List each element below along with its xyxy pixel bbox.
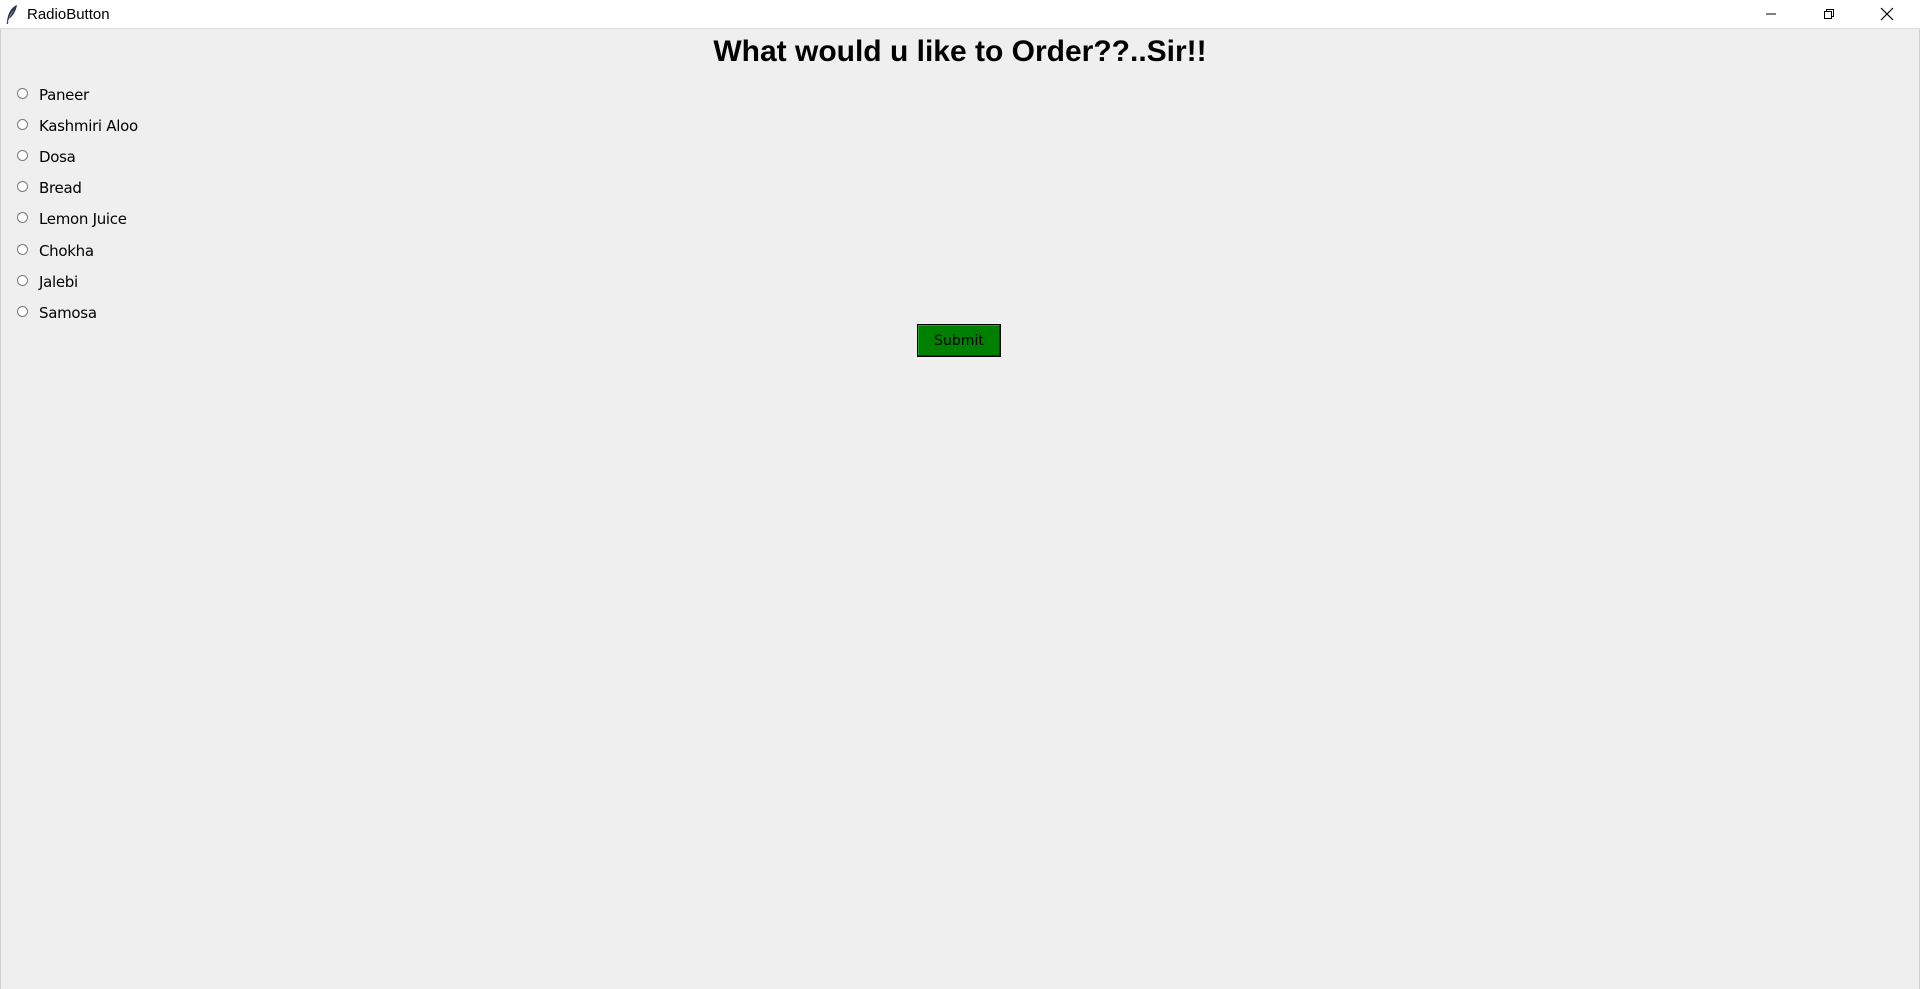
radio-label[interactable]: Paneer: [39, 86, 89, 104]
radio-button[interactable]: [17, 305, 28, 317]
minimize-icon: [1765, 8, 1777, 20]
radio-option-paneer[interactable]: Paneer: [17, 79, 138, 110]
radio-label[interactable]: Kashmiri Aloo: [39, 117, 138, 135]
radio-option-lemon-juice[interactable]: Lemon Juice: [17, 204, 138, 235]
radio-option-jalebi[interactable]: Jalebi: [17, 266, 138, 297]
radio-button[interactable]: [17, 118, 28, 130]
restore-icon: [1823, 8, 1835, 20]
close-button[interactable]: [1858, 0, 1916, 28]
radio-label[interactable]: Jalebi: [39, 273, 78, 291]
radio-button[interactable]: [17, 181, 28, 193]
page-title: What would u like to Order??..Sir!!: [713, 35, 1207, 68]
radio-label[interactable]: Chokha: [39, 242, 94, 260]
radio-button[interactable]: [17, 149, 28, 161]
radio-button[interactable]: [17, 87, 28, 99]
radio-button[interactable]: [17, 212, 28, 224]
minimize-button[interactable]: [1742, 0, 1800, 28]
radio-option-bread[interactable]: Bread: [17, 173, 138, 204]
submit-button[interactable]: Submit: [917, 324, 1001, 357]
radio-option-chokha[interactable]: Chokha: [17, 235, 138, 266]
radio-label[interactable]: Lemon Juice: [39, 210, 127, 228]
close-icon: [1880, 7, 1894, 21]
radio-button[interactable]: [17, 274, 28, 286]
radio-option-dosa[interactable]: Dosa: [17, 141, 138, 172]
radio-button[interactable]: [17, 243, 28, 255]
radio-label[interactable]: Dosa: [39, 148, 76, 166]
radio-label[interactable]: Samosa: [39, 304, 97, 322]
restore-button[interactable]: [1800, 0, 1858, 28]
radio-label[interactable]: Bread: [39, 179, 82, 197]
radio-option-samosa[interactable]: Samosa: [17, 297, 138, 328]
feather-icon: [5, 4, 19, 25]
title-bar[interactable]: RadioButton: [0, 0, 1920, 29]
window-title: RadioButton: [27, 6, 110, 23]
window-border-left: [0, 29, 1, 989]
order-options-list: Paneer Kashmiri Aloo Dosa Bread Lemon Ju…: [17, 79, 138, 329]
app-window: RadioButton What would u like to Order??…: [0, 0, 1920, 989]
radio-option-kashmiri-aloo[interactable]: Kashmiri Aloo: [17, 110, 138, 141]
